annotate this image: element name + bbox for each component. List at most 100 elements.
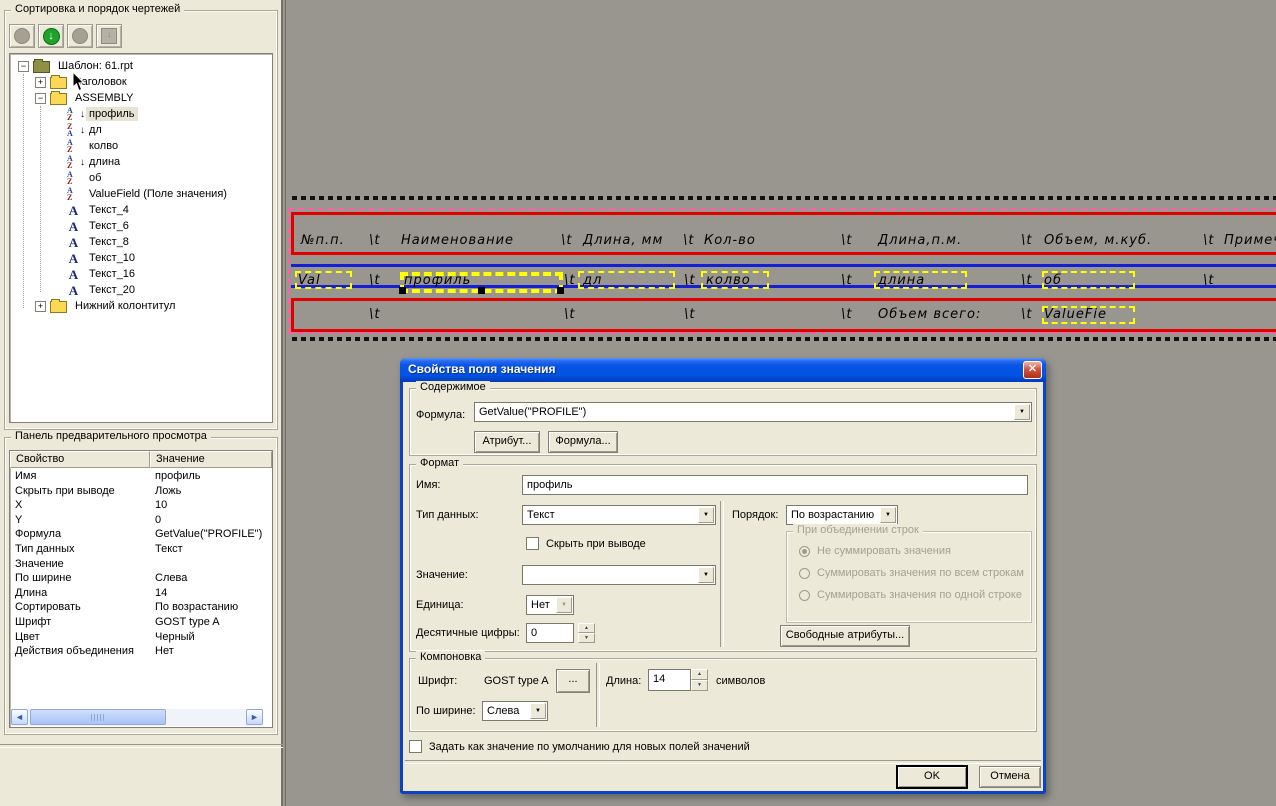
move-top-button[interactable] bbox=[67, 24, 93, 48]
property-row[interactable]: СортироватьПо возрастанию bbox=[10, 600, 272, 615]
selected-field-outline[interactable] bbox=[400, 272, 563, 293]
spin-down-icon[interactable]: ▼ bbox=[691, 680, 708, 691]
free-attributes-button[interactable]: Свободные атрибуты... bbox=[780, 625, 910, 647]
expand-icon[interactable]: + bbox=[35, 77, 46, 88]
property-row[interactable]: ФормулаGetValue("PROFILE") bbox=[10, 527, 272, 542]
tree-item[interactable]: AТекст_6 bbox=[10, 218, 272, 234]
horizontal-scrollbar[interactable]: ◄ ► bbox=[11, 709, 263, 726]
chevron-down-icon[interactable]: ▼ bbox=[880, 507, 896, 523]
chevron-down-icon[interactable]: ▼ bbox=[698, 567, 714, 583]
tree-item[interactable]: AТекст_10 bbox=[10, 250, 272, 266]
chevron-down-icon[interactable]: ▼ bbox=[530, 703, 546, 719]
property-row[interactable]: Скрыть при выводеЛожь bbox=[10, 484, 272, 499]
report-footer-cell[interactable]: \t bbox=[369, 307, 380, 322]
report-header-cell[interactable]: \t bbox=[683, 233, 694, 248]
move-bottom-button[interactable]: ↓ bbox=[96, 24, 122, 48]
field-outline[interactable] bbox=[295, 271, 352, 289]
collapse-icon[interactable]: − bbox=[18, 61, 29, 72]
resize-handle[interactable] bbox=[399, 287, 406, 294]
datatype-combobox[interactable]: Текст ▼ bbox=[522, 505, 716, 525]
property-row[interactable]: Длина14 bbox=[10, 586, 272, 601]
property-row[interactable]: X10 bbox=[10, 498, 272, 513]
value-combobox[interactable]: ▼ bbox=[522, 565, 716, 585]
tree-item[interactable]: AZ↓профиль bbox=[10, 106, 272, 122]
report-data-cell[interactable]: \t bbox=[564, 273, 575, 288]
report-footer-cell[interactable]: \t bbox=[684, 307, 695, 322]
report-header-cell[interactable]: \t bbox=[1203, 233, 1214, 248]
report-header-cell[interactable]: Длина, мм bbox=[583, 233, 663, 248]
formula-combobox[interactable]: GetValue("PROFILE") ▼ bbox=[474, 402, 1032, 422]
decimals-spinner[interactable]: ▲ ▼ bbox=[578, 623, 595, 643]
align-combobox[interactable]: Слева ▼ bbox=[482, 701, 548, 721]
property-row[interactable]: Действия объединенияНет bbox=[10, 644, 272, 659]
tree-item[interactable]: −ASSEMBLY bbox=[10, 90, 272, 106]
expand-icon[interactable]: + bbox=[35, 301, 46, 312]
report-data-cell[interactable]: \t bbox=[369, 273, 380, 288]
cancel-button[interactable]: Отмена bbox=[979, 766, 1041, 788]
report-header-cell[interactable]: Кол-во bbox=[704, 233, 756, 248]
field-outline[interactable] bbox=[1042, 271, 1135, 289]
chevron-down-icon[interactable]: ▼ bbox=[1014, 404, 1030, 420]
field-outline[interactable] bbox=[701, 271, 769, 289]
report-header-cell[interactable]: №п.п. bbox=[301, 233, 345, 248]
spin-up-icon[interactable]: ▲ bbox=[691, 669, 708, 680]
tree-item[interactable]: AТекст_8 bbox=[10, 234, 272, 250]
property-row[interactable]: По ширинеСлева bbox=[10, 571, 272, 586]
close-icon[interactable]: ✕ bbox=[1023, 361, 1042, 379]
scroll-left-arrow[interactable]: ◄ bbox=[11, 709, 28, 725]
report-header-cell[interactable]: Примечание bbox=[1224, 233, 1276, 248]
field-outline[interactable] bbox=[578, 271, 675, 289]
hide-on-output-checkbox[interactable] bbox=[526, 537, 539, 550]
report-header-cell[interactable]: Объем, м.куб. bbox=[1044, 233, 1152, 248]
attribute-button[interactable]: Атрибут... bbox=[474, 431, 540, 453]
scroll-right-arrow[interactable]: ► bbox=[246, 709, 263, 725]
property-row[interactable]: Имяпрофиль bbox=[10, 469, 272, 484]
property-row[interactable]: ШрифтGOST type A bbox=[10, 615, 272, 630]
property-row[interactable]: Значение bbox=[10, 557, 272, 572]
report-data-cell[interactable]: \t bbox=[1021, 273, 1032, 288]
report-data-cell[interactable]: \t bbox=[841, 273, 852, 288]
report-header-cell[interactable]: \t bbox=[369, 233, 380, 248]
order-combobox[interactable]: По возрастанию ▼ bbox=[786, 505, 898, 525]
property-row[interactable]: Y0 bbox=[10, 513, 272, 528]
length-spinner[interactable]: ▲ ▼ bbox=[691, 669, 708, 691]
length-field[interactable]: 14 bbox=[648, 669, 691, 691]
tree-item[interactable]: AZ↓длина bbox=[10, 154, 272, 170]
tree-item[interactable]: AZколво bbox=[10, 138, 272, 154]
chevron-down-icon[interactable]: ▼ bbox=[698, 507, 714, 523]
font-browse-button[interactable]: ... bbox=[556, 669, 590, 693]
tree-item[interactable]: −Шаблон: 61.rpt bbox=[10, 58, 272, 74]
report-header-cell[interactable]: \t bbox=[841, 233, 852, 248]
name-field[interactable]: профиль bbox=[522, 475, 1028, 495]
spin-down-icon[interactable]: ▼ bbox=[578, 633, 595, 643]
report-footer-cell[interactable]: \t bbox=[564, 307, 575, 322]
tree-item[interactable]: AZValueField (Поле значения) bbox=[10, 186, 272, 202]
field-outline[interactable] bbox=[1042, 306, 1135, 324]
sort-down-button[interactable]: ↓ bbox=[38, 24, 64, 48]
decimals-field[interactable]: 0 bbox=[526, 623, 574, 643]
property-row[interactable]: ЦветЧерный bbox=[10, 630, 272, 645]
report-data-cell[interactable]: \t bbox=[684, 273, 695, 288]
tree-item[interactable]: AТекст_20 bbox=[10, 282, 272, 298]
resize-handle[interactable] bbox=[478, 287, 485, 294]
set-default-checkbox[interactable] bbox=[409, 740, 422, 753]
sort-up-button[interactable] bbox=[9, 24, 35, 48]
report-header-cell[interactable]: \t bbox=[1021, 233, 1032, 248]
property-row[interactable]: Тип данныхТекст bbox=[10, 542, 272, 557]
report-header-cell[interactable]: Наименование bbox=[401, 233, 514, 248]
unit-combobox[interactable]: Нет ▼ bbox=[526, 595, 574, 615]
tree-item[interactable]: AТекст_16 bbox=[10, 266, 272, 282]
field-outline[interactable] bbox=[874, 271, 967, 289]
collapse-icon[interactable]: − bbox=[35, 93, 46, 104]
report-footer-cell[interactable]: Объем всего: bbox=[878, 307, 981, 322]
formula-button[interactable]: Формула... bbox=[548, 431, 618, 453]
ok-button[interactable]: OK bbox=[897, 766, 967, 788]
report-header-cell[interactable]: \t bbox=[561, 233, 572, 248]
resize-handle[interactable] bbox=[557, 287, 564, 294]
dialog-titlebar[interactable]: Свойства поля значения ✕ bbox=[400, 358, 1046, 382]
report-header-cell[interactable]: Длина,п.м. bbox=[878, 233, 962, 248]
spin-up-icon[interactable]: ▲ bbox=[578, 623, 595, 633]
tree-item[interactable]: ZA↓дл bbox=[10, 122, 272, 138]
column-header-value[interactable]: Значение bbox=[150, 451, 272, 468]
report-footer-cell[interactable]: \t bbox=[841, 307, 852, 322]
